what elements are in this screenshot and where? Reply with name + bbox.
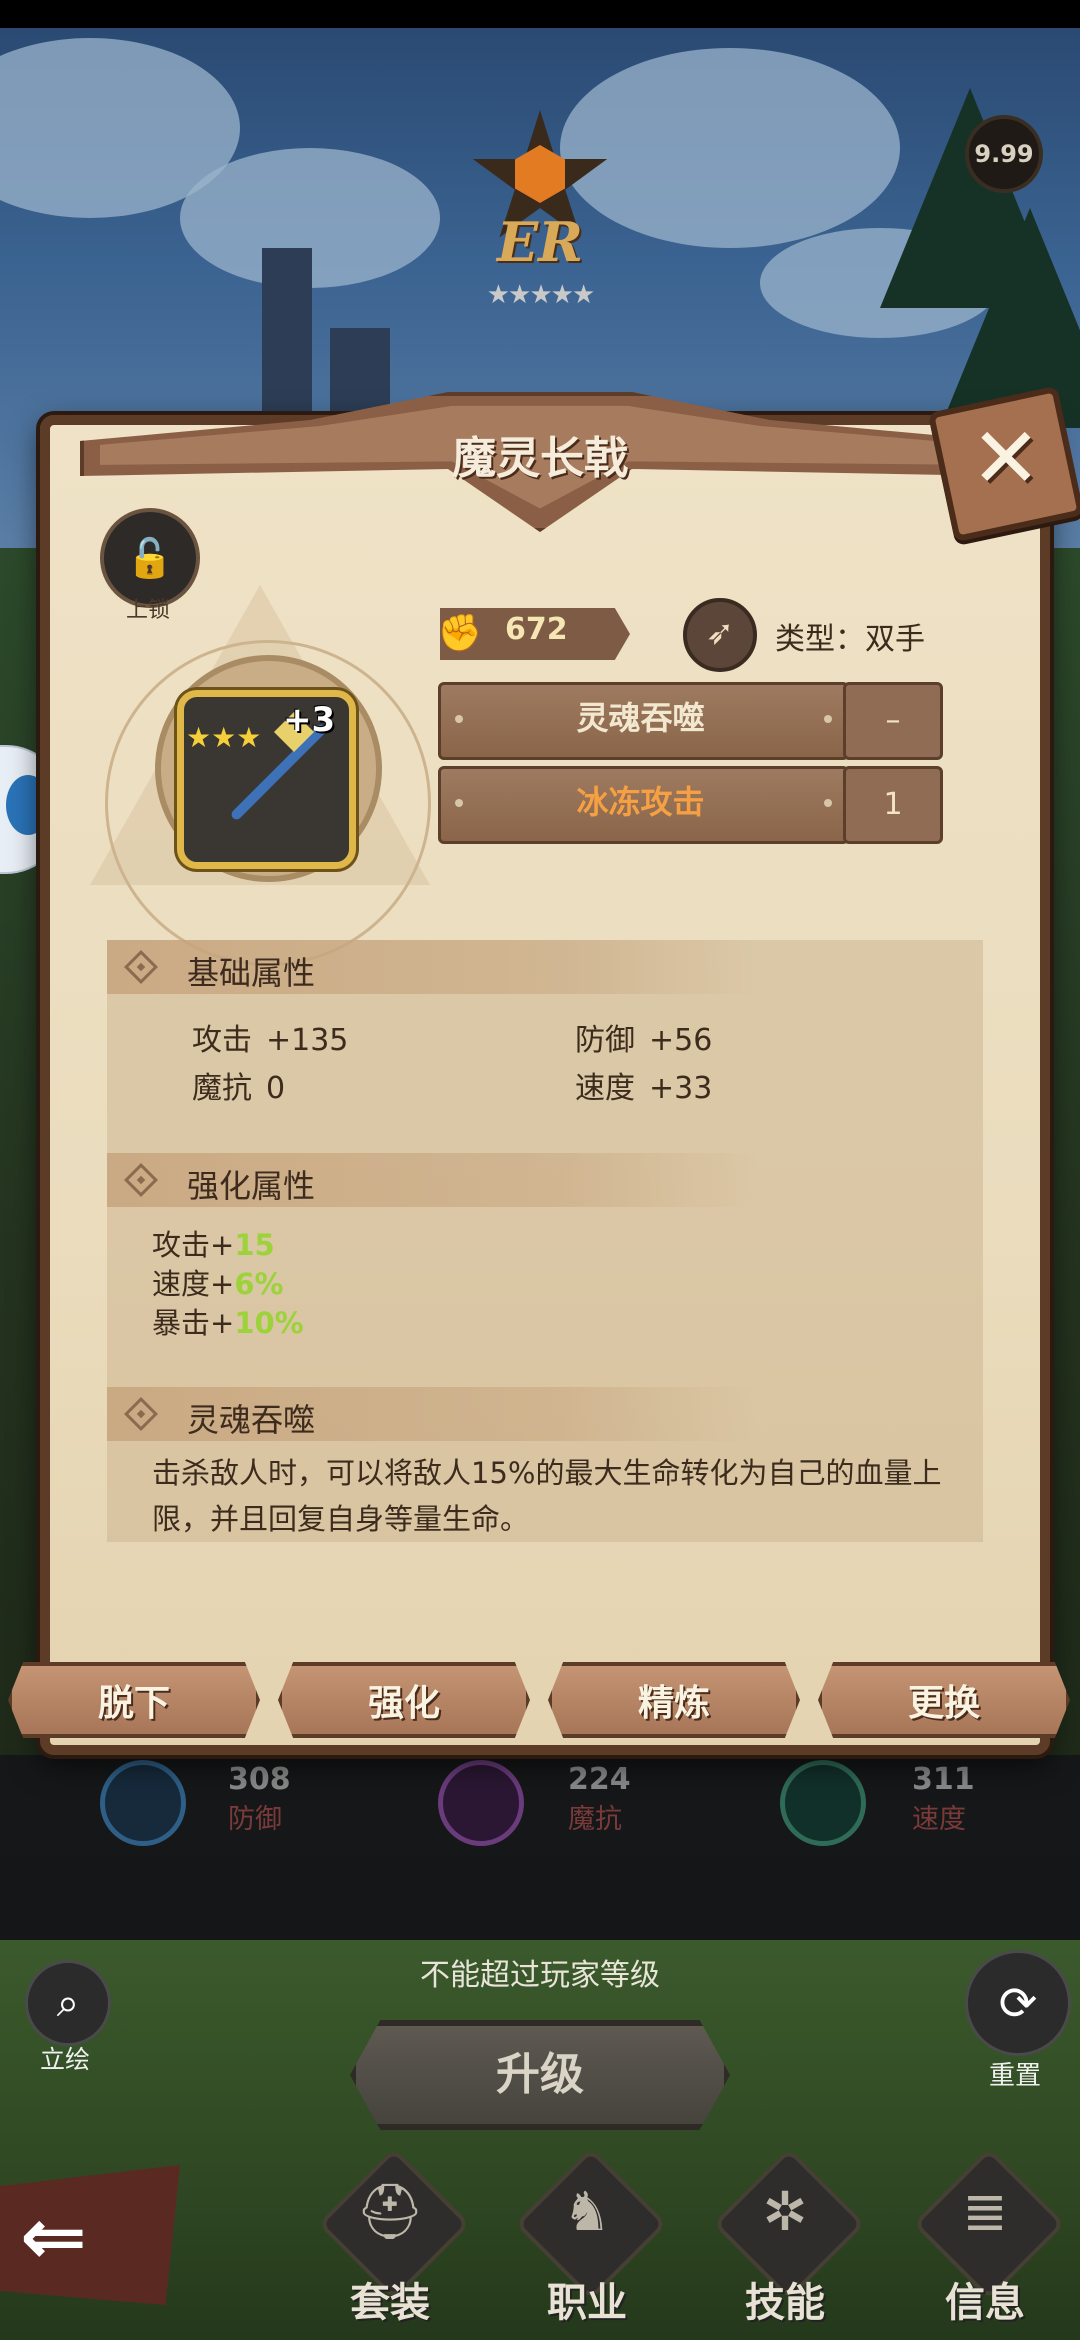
lock-label: 上锁 <box>125 598 170 623</box>
skill-row-soul-devour[interactable]: 灵魂吞噬 – <box>438 682 943 760</box>
stat-label: 魔抗 <box>192 1071 252 1106</box>
tab-label: 信息 <box>945 2280 1025 2326</box>
diamond-icon <box>124 1397 158 1431</box>
section-title: 灵魂吞噬 <box>187 1401 316 1439</box>
back-arrow-icon: ⇐ <box>20 2190 88 2283</box>
stat-value: +135 <box>266 1023 349 1058</box>
stat-label: 防御 <box>575 1023 635 1058</box>
tab-set-equipment[interactable]: ⛑ 套装 <box>305 2147 475 2330</box>
enhance-value: 15 <box>234 1228 275 1262</box>
rank-emblem: ER ★★★★★ <box>465 110 615 310</box>
enhance-line: 暴击+10% <box>152 1300 304 1342</box>
enhance-label: 暴击+ <box>152 1306 235 1340</box>
tab-skills[interactable]: ✲ 技能 <box>700 2147 870 2330</box>
stat-value: 0 <box>266 1071 286 1106</box>
rank-label: ER <box>496 210 584 274</box>
close-button[interactable]: ✕ <box>927 385 1080 543</box>
chess-knight-icon: ♞ <box>562 2180 612 2243</box>
enhance-label: 攻击+ <box>152 1228 235 1262</box>
tab-info[interactable]: ≣ 信息 <box>900 2147 1070 2330</box>
section-title: 强化属性 <box>187 1167 316 1205</box>
section-title: 基础属性 <box>187 954 316 992</box>
hero-stat-magic-resist: 224 魔抗 <box>568 1762 631 1836</box>
refresh-icon: ⟳ <box>998 1976 1038 2030</box>
base-stat-defense: 防御 +56 <box>575 1015 712 1059</box>
item-stars: ★★★ <box>186 721 262 754</box>
stat-value: +56 <box>649 1023 713 1058</box>
enhance-line: 速度+6% <box>152 1261 284 1303</box>
stat-value: +33 <box>649 1071 713 1106</box>
skill-name: 灵魂吞噬 <box>576 699 705 737</box>
combat-power-value: 672 <box>505 612 568 647</box>
reset-label: 重置 <box>988 2061 1041 2091</box>
spear-type-icon: ➶ <box>683 598 757 672</box>
hero-stat-value: 311 <box>912 1762 975 1797</box>
portrait-label: 立绘 <box>39 2045 90 2074</box>
upgrade-button[interactable]: 升级 <box>350 2020 730 2130</box>
search-icon: ⌕ <box>56 1980 80 2026</box>
hero-stat-defense: 308 防御 <box>228 1762 291 1836</box>
skill-level: 1 <box>843 766 943 844</box>
item-enhance-level: +3 <box>283 700 336 740</box>
power-badge[interactable]: 9.99 <box>965 115 1043 193</box>
skill-description: 击杀敌人时，可以将敌人15%的最大生命转化为自己的血量上限，并且回复自身等量生命… <box>152 1456 942 1536</box>
enhance-button[interactable]: 强化 <box>278 1662 530 1738</box>
magic-resist-stat-icon <box>438 1760 524 1846</box>
speed-stat-icon <box>780 1760 866 1846</box>
enhance-line: 攻击+15 <box>152 1222 275 1264</box>
status-bar <box>0 0 1080 28</box>
diamond-icon <box>124 950 158 984</box>
hero-stat-value: 224 <box>568 1762 631 1797</box>
reset-button[interactable]: ⟳ <box>965 1950 1071 2056</box>
stat-label: 攻击 <box>192 1023 252 1058</box>
hero-stat-label: 魔抗 <box>568 1804 622 1835</box>
document-icon: ≣ <box>962 2180 1008 2243</box>
tab-label: 技能 <box>745 2280 825 2326</box>
hero-stat-speed: 311 速度 <box>912 1762 975 1836</box>
replace-button[interactable]: 更换 <box>818 1662 1070 1738</box>
item-name-title: 魔灵长戟 <box>452 433 628 484</box>
diamond-icon <box>124 1163 158 1197</box>
skill-level: – <box>843 682 943 760</box>
unequip-button[interactable]: 脱下 <box>8 1662 260 1738</box>
lock-icon: 🔓 <box>126 536 174 580</box>
hero-stat-value: 308 <box>228 1762 291 1797</box>
enhance-value: 6% <box>234 1267 284 1301</box>
refine-button[interactable]: 精炼 <box>548 1662 800 1738</box>
fist-icon: ✊ <box>437 613 483 654</box>
level-cap-notice: 不能超过玩家等级 <box>420 1958 660 1993</box>
base-attributes-header: 基础属性 <box>107 940 757 994</box>
base-stat-magic-resist: 魔抗 0 <box>192 1063 285 1107</box>
base-stat-speed: 速度 +33 <box>575 1063 712 1107</box>
hero-stat-label: 防御 <box>228 1804 282 1835</box>
enhance-attributes-header: 强化属性 <box>107 1153 757 1207</box>
tab-label: 套装 <box>350 2280 430 2326</box>
base-stat-attack: 攻击 +135 <box>192 1015 348 1059</box>
skill-icon: ✲ <box>762 2180 808 2243</box>
skill-row-freeze-attack[interactable]: 冰冻攻击 1 <box>438 766 943 844</box>
enhance-label: 速度+ <box>152 1267 235 1301</box>
portrait-button[interactable]: ⌕ <box>25 1960 111 2046</box>
tab-class[interactable]: ♞ 职业 <box>502 2147 672 2330</box>
tab-label: 职业 <box>547 2280 627 2326</box>
enhance-value: 10% <box>234 1306 304 1340</box>
weapon-type-label: 类型：双手 <box>775 622 925 657</box>
skill-detail-header: 灵魂吞噬 <box>107 1387 757 1441</box>
skill-name: 冰冻攻击 <box>576 783 705 821</box>
defense-stat-icon <box>100 1760 186 1846</box>
rank-stars: ★★★★★ <box>486 280 596 310</box>
hero-stat-label: 速度 <box>912 1804 966 1835</box>
helmet-icon: ⛑ <box>355 2180 425 2243</box>
close-icon: ✕ <box>970 409 1042 507</box>
stat-label: 速度 <box>575 1071 635 1106</box>
back-button[interactable]: ⇐ <box>0 2165 180 2305</box>
